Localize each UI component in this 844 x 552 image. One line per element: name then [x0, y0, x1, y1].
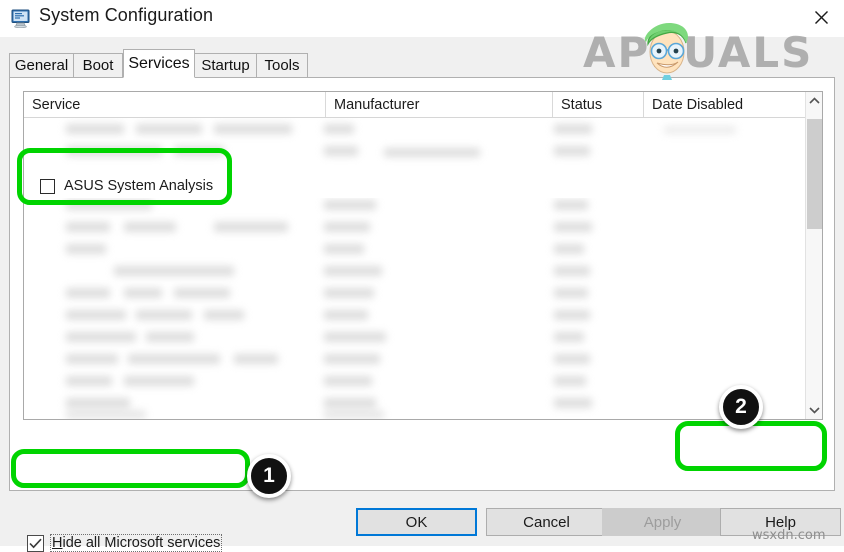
step-badge-1: 1 — [247, 454, 291, 498]
tab-strip: General Boot Services Startup Tools — [9, 49, 835, 78]
scroll-down-icon[interactable] — [806, 401, 822, 419]
tab-services-label: Services — [128, 54, 190, 72]
services-tab-panel: Service Manufacturer Status Date Disable… — [9, 77, 835, 552]
column-header-manufacturer[interactable]: Manufacturer — [325, 92, 552, 117]
services-list-body[interactable]: ASUS System Analysis — [24, 118, 806, 419]
cancel-button[interactable]: Cancel — [486, 508, 607, 536]
tab-tools[interactable]: Tools — [256, 53, 308, 78]
column-header-service[interactable]: Service — [24, 92, 325, 117]
column-header-service-label: Service — [32, 96, 81, 113]
services-list-header: Service Manufacturer Status Date Disable… — [24, 92, 822, 118]
hide-label-rest: ide all Microsoft services — [62, 535, 221, 551]
apply-button-label: Apply — [643, 513, 682, 531]
scrollbar-thumb[interactable] — [807, 119, 822, 229]
column-header-manufacturer-label: Manufacturer — [334, 96, 420, 113]
apply-button: Apply — [602, 508, 723, 536]
cancel-button-label: Cancel — [523, 513, 570, 531]
services-list-scrollbar[interactable] — [805, 92, 822, 419]
asus-system-analysis-label: ASUS System Analysis — [64, 178, 214, 194]
asus-system-analysis-checkbox[interactable] — [40, 178, 55, 194]
column-header-date-disabled[interactable]: Date Disabled — [643, 92, 806, 117]
hide-all-microsoft-services-checkbox-box[interactable] — [27, 534, 44, 552]
asus-system-analysis-row[interactable]: ASUS System Analysis — [24, 174, 806, 198]
ok-button-label: OK — [405, 513, 428, 531]
tab-services[interactable]: Services — [123, 49, 195, 78]
checkmark-icon — [29, 538, 42, 548]
system-configuration-window: System Configuration APPUALS General Boo… — [0, 0, 844, 552]
help-button-label: Help — [765, 513, 796, 531]
tab-general[interactable]: General — [9, 53, 74, 78]
scroll-up-icon[interactable] — [806, 92, 822, 110]
ok-button[interactable]: OK — [356, 508, 477, 536]
hide-all-microsoft-services-label: Hide all Microsoft services — [50, 534, 223, 552]
column-header-status-label: Status — [561, 96, 603, 113]
help-button[interactable]: Help — [720, 508, 841, 536]
computer-monitor-icon — [10, 7, 32, 29]
step-badge-2: 2 — [719, 385, 763, 429]
tab-general-label: General — [14, 57, 69, 74]
page-title: System Configuration — [39, 5, 214, 25]
close-icon[interactable] — [798, 0, 844, 34]
tab-boot-label: Boot — [82, 57, 114, 74]
tab-startup-label: Startup — [201, 57, 250, 74]
services-list[interactable]: Service Manufacturer Status Date Disable… — [23, 91, 823, 420]
tab-boot[interactable]: Boot — [73, 53, 123, 78]
hide-accelerator-letter: H — [52, 535, 63, 551]
hide-all-microsoft-services-checkbox[interactable]: Hide all Microsoft services — [27, 534, 223, 552]
tab-tools-label: Tools — [264, 57, 300, 74]
column-header-date-disabled-label: Date Disabled — [652, 96, 744, 113]
tab-startup[interactable]: Startup — [194, 53, 257, 78]
title-bar: System Configuration — [0, 0, 844, 37]
column-header-status[interactable]: Status — [552, 92, 643, 117]
